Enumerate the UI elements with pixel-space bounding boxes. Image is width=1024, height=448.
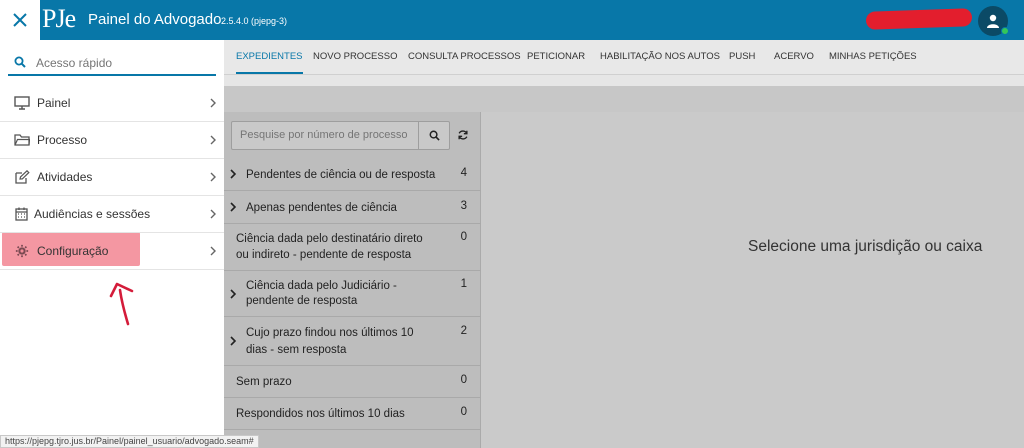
online-status-dot [1001, 27, 1009, 35]
list-item-label-line2: pendente de resposta [246, 295, 358, 307]
sidebar-item-label: Processo [37, 133, 88, 147]
sub-toolbar [224, 86, 1024, 112]
chevron-right-icon [230, 202, 237, 212]
tab-acervo[interactable]: ACERVO [774, 40, 814, 74]
list-item-label: Cujo prazo findou nos últimos 10 [246, 327, 414, 339]
chevron-right-icon [210, 135, 216, 145]
list-item-sem-prazo[interactable]: Sem prazo 0 [224, 366, 481, 398]
monitor-icon [14, 96, 30, 110]
edit-icon [15, 170, 30, 184]
sidebar-item-painel[interactable]: Painel [0, 85, 224, 122]
list-item-pendentes-ciencia-resposta[interactable]: Pendentes de ciência ou de resposta 4 [224, 158, 481, 191]
user-icon [987, 14, 999, 28]
tab-novo-processo[interactable]: NOVO PROCESSO [313, 40, 397, 74]
list-item-count: 0 [460, 374, 467, 386]
annotation-arrow [109, 282, 134, 326]
list-item-respondidos[interactable]: Respondidos nos últimos 10 dias 0 [224, 398, 481, 430]
process-search-input[interactable] [232, 122, 418, 149]
list-item-label: Ciência dada pelo Judiciário - [246, 280, 397, 292]
list-item-label: Pendentes de ciência ou de resposta [246, 169, 436, 181]
chevron-right-icon [230, 169, 237, 179]
pje-logo[interactable]: PJe [42, 5, 78, 33]
list-item-label-line2: dias - sem resposta [246, 344, 347, 356]
refresh-icon [458, 130, 468, 140]
list-item-label: Respondidos nos últimos 10 dias [236, 408, 405, 420]
search-icon [429, 130, 440, 141]
folder-icon [14, 134, 30, 146]
sidebar-item-processo[interactable]: Processo [0, 122, 224, 159]
sidebar-item-label: Painel [37, 96, 71, 110]
sidebar-item-label: Configuração [37, 244, 109, 258]
list-item-ciencia-judiciario[interactable]: Ciência dada pelo Judiciário - pendente … [224, 271, 481, 317]
chevron-right-icon [210, 246, 216, 256]
close-menu-button[interactable] [0, 0, 40, 40]
sidebar-item-atividades[interactable]: Atividades [0, 159, 224, 196]
list-item-count: 0 [460, 406, 467, 418]
list-item-label-line2: ou indireto - pendente de resposta [236, 249, 412, 261]
list-item-prazo-findou[interactable]: Cujo prazo findou nos últimos 10 dias - … [224, 317, 481, 366]
app-version: 2.5.4.0 (pjepg-3) [221, 16, 288, 26]
chevron-right-icon [230, 289, 237, 299]
list-item-count: 0 [460, 231, 467, 243]
tab-push[interactable]: PUSH [729, 40, 755, 74]
tab-consulta-processos[interactable]: CONSULTA PROCESSOS [408, 40, 521, 74]
status-url: https://pjepg.tjro.jus.br/Painel/painel_… [0, 435, 259, 448]
list-item-count: 4 [460, 167, 467, 179]
process-search [231, 121, 450, 150]
top-bar: PJe Painel do Advogado 2.5.4.0 (pjepg-3) [0, 0, 1024, 40]
tab-habilitacao-nos-autos[interactable]: HABILITAÇÃO NOS AUTOS [600, 40, 720, 74]
refresh-button[interactable] [454, 126, 472, 144]
sidebar-item-label: Audiências e sessões [34, 207, 151, 221]
list-item-count: 1 [460, 278, 467, 290]
tab-minhas-peticoes[interactable]: MINHAS PETIÇÕES [829, 40, 917, 74]
list-item-label: Ciência dada pelo destinatário direto [236, 233, 423, 245]
quick-access-input[interactable] [36, 52, 212, 74]
tab-expedientes[interactable]: EXPEDIENTES [236, 40, 303, 74]
list-item-label: Apenas pendentes de ciência [246, 202, 397, 214]
chevron-right-icon [230, 336, 237, 346]
main-nav: EXPEDIENTES NOVO PROCESSO CONSULTA PROCE… [224, 40, 1024, 75]
sidebar-item-configuracao[interactable]: Configuração [0, 233, 224, 270]
list-item-count: 3 [460, 200, 467, 212]
chevron-right-icon [210, 209, 216, 219]
logo-text: PJe [42, 4, 76, 33]
chevron-right-icon [210, 98, 216, 108]
empty-state-message: Selecione uma jurisdição ou caixa [748, 238, 983, 255]
process-search-button[interactable] [418, 122, 450, 149]
chevron-right-icon [210, 172, 216, 182]
app-title: Painel do Advogado [88, 11, 222, 28]
calendar-icon [15, 207, 28, 221]
close-icon [13, 13, 27, 27]
sidebar-item-audiencias-sessoes[interactable]: Audiências e sessões [0, 196, 224, 233]
quick-access [8, 52, 216, 76]
list-item-apenas-pendentes-ciencia[interactable]: Apenas pendentes de ciência 3 [224, 191, 481, 224]
list-item-count: 2 [460, 325, 467, 337]
list-item-label: Sem prazo [236, 376, 292, 388]
redacted-username [865, 8, 973, 30]
gear-icon [15, 244, 29, 258]
tab-peticionar[interactable]: PETICIONAR [527, 40, 585, 74]
sidebar-item-label: Atividades [37, 170, 93, 184]
search-icon [14, 56, 26, 68]
list-item-ciencia-destinatario[interactable]: Ciência dada pelo destinatário direto ou… [224, 224, 481, 271]
